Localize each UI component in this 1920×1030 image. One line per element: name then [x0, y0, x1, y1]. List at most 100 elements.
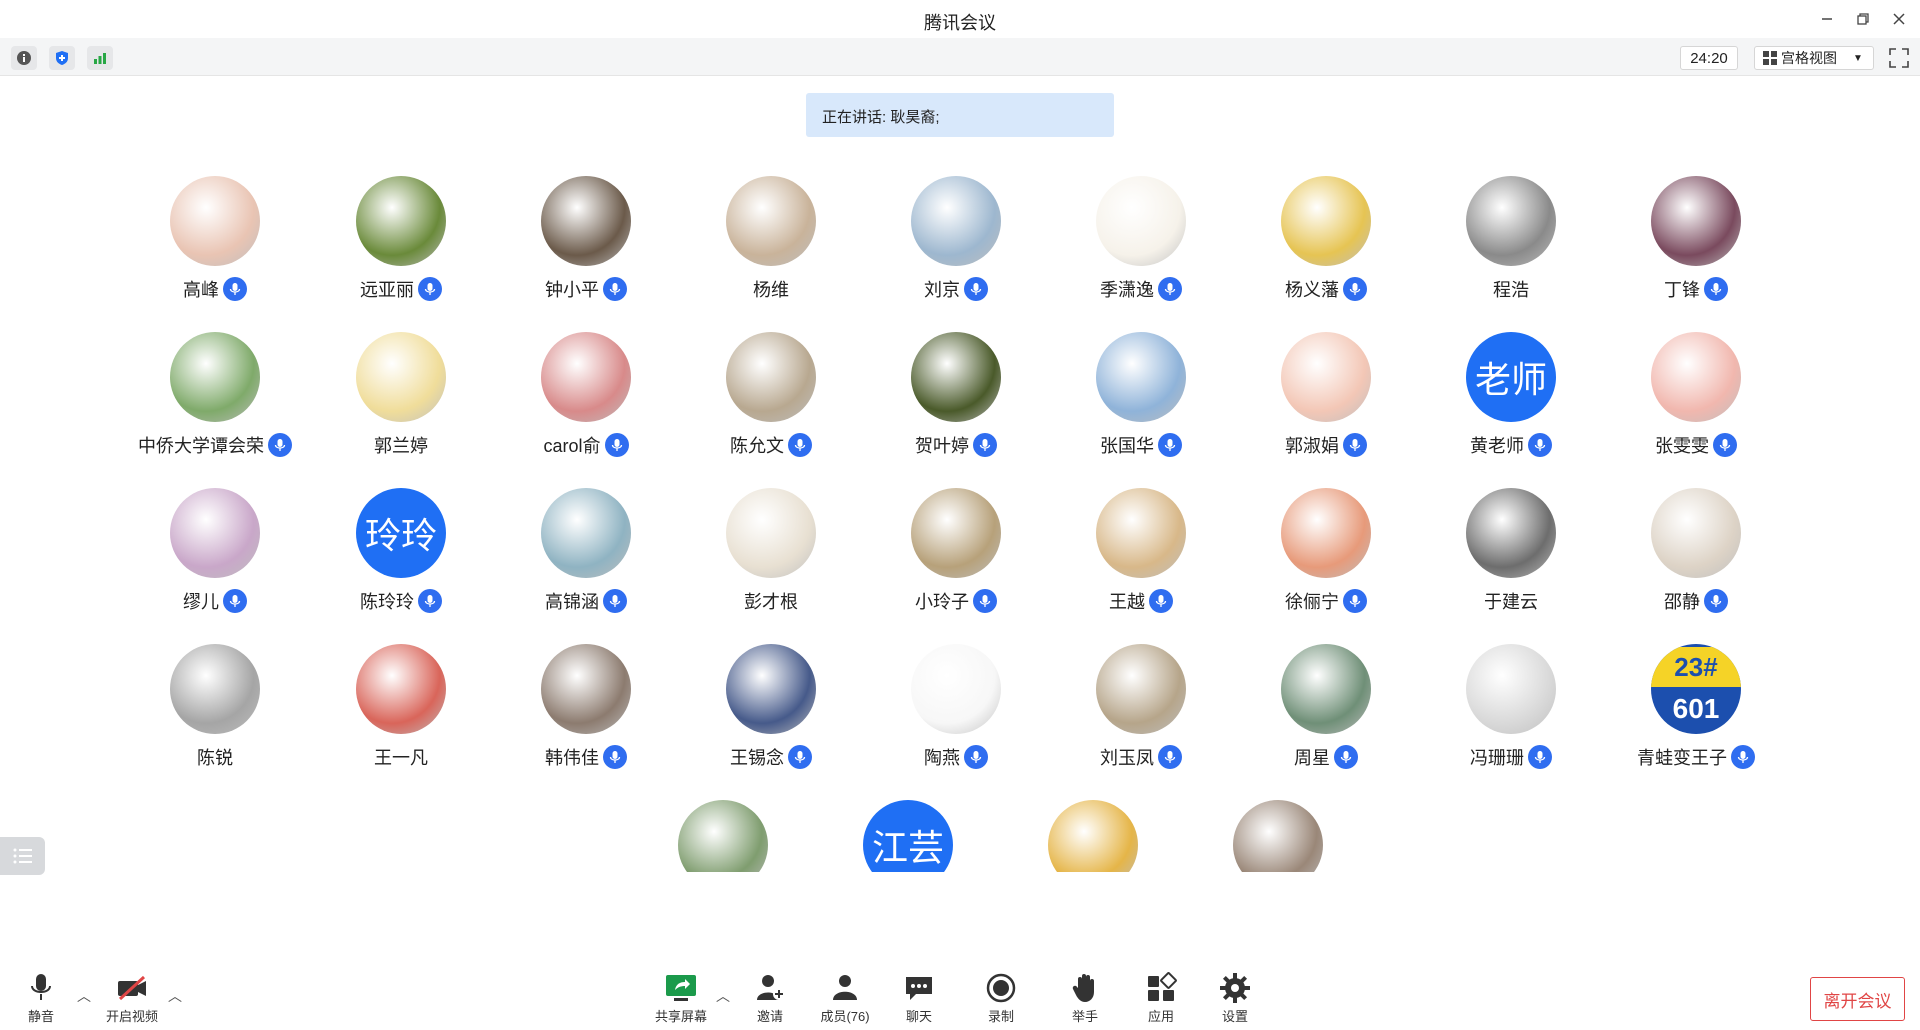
participant-list-toggle[interactable] — [0, 837, 45, 875]
participant-tile[interactable]: 玲玲 陈玲玲 — [309, 482, 493, 632]
participant-tile[interactable]: 缪儿 — [123, 482, 307, 632]
participant-tile[interactable]: 彭才根 — [679, 482, 863, 632]
microphone-icon — [1704, 277, 1728, 301]
start-video-button[interactable]: 开启视频 — [97, 972, 167, 1025]
participant-tile[interactable]: 陈锐 — [123, 638, 307, 788]
invite-button[interactable]: 邀请 — [735, 972, 805, 1025]
apps-button[interactable]: 应用 — [1126, 972, 1196, 1025]
participant-tile[interactable]: 高锦涵 — [494, 482, 678, 632]
participant-name: 杨义藩 — [1285, 280, 1339, 300]
participant-name: 韩伟佳 — [545, 748, 599, 768]
participant-name: 远亚丽 — [360, 280, 414, 300]
microphone-icon — [973, 433, 997, 457]
record-button[interactable]: 录制 — [966, 972, 1036, 1025]
members-button[interactable]: 成员(76) — [810, 972, 880, 1025]
participant-tile[interactable]: 张国华 — [1049, 326, 1233, 476]
participant-name-row: 郭兰婷 — [309, 432, 493, 458]
share-options-caret-icon[interactable]: ︿ — [716, 986, 730, 1006]
signal-icon[interactable] — [87, 46, 113, 70]
participant-tile[interactable]: 陶燕 — [864, 638, 1048, 788]
participant-tile[interactable]: 王锡念 — [679, 638, 863, 788]
participant-tile[interactable]: 程浩 — [1419, 170, 1603, 320]
microphone-icon — [964, 745, 988, 769]
participant-name: 张国华 — [1100, 436, 1154, 456]
audio-options-caret-icon[interactable]: ︿ — [77, 986, 91, 1006]
participant-tile[interactable]: 张雯雯 — [1604, 326, 1788, 476]
participant-tile[interactable]: 周星 — [1234, 638, 1418, 788]
participant-tile[interactable]: 于建云 — [1419, 482, 1603, 632]
video-options-caret-icon[interactable]: ︿ — [168, 986, 182, 1006]
members-icon — [833, 975, 857, 1000]
participant-name-row: 周星 — [1234, 744, 1418, 770]
participant-tile[interactable]: 杨义藩 — [1234, 170, 1418, 320]
participant-tile[interactable]: 贺叶婷 — [864, 326, 1048, 476]
security-shield-icon[interactable] — [49, 46, 75, 70]
participant-tile[interactable]: 丁锋 — [1604, 170, 1788, 320]
participant-tile[interactable]: 韩伟佳 — [494, 638, 678, 788]
view-mode-dropdown[interactable]: 宫格视图 ▼ — [1754, 46, 1874, 70]
chat-button[interactable]: 聊天 — [884, 972, 954, 1025]
avatar: 23# 601 — [1651, 644, 1741, 734]
microphone-icon — [1528, 433, 1552, 457]
settings-button[interactable]: 设置 — [1200, 972, 1270, 1025]
members-label: 成员(76) — [820, 1009, 870, 1024]
participant-tile[interactable]: 陈允文 — [679, 326, 863, 476]
participant-name: 邵静 — [1664, 592, 1700, 612]
participant-grid: 高峰 远亚丽 钟小平 杨维 刘京 季潇逸 杨义藩 程浩 丁锋中侨大学谭会荣 郭兰婷 carol俞 陈允… — [0, 170, 1920, 872]
participant-name: 高峰 — [183, 280, 219, 300]
participant-tile[interactable]: 江芸 — [816, 794, 1000, 872]
participant-tile[interactable]: 中侨大学谭会荣 — [123, 326, 307, 476]
fullscreen-icon[interactable] — [1888, 47, 1910, 69]
participant-tile[interactable]: 徐俪宁 — [1234, 482, 1418, 632]
minimize-icon[interactable] — [1814, 6, 1840, 32]
participant-name-row: 钟小平 — [494, 276, 678, 302]
participant-tile[interactable]: 钟小平 — [494, 170, 678, 320]
participant-tile[interactable]: 郭淑娟 — [1234, 326, 1418, 476]
participant-tile[interactable] — [631, 794, 815, 872]
raise-hand-button[interactable]: 举手 — [1050, 972, 1120, 1025]
participant-tile[interactable]: 杨维 — [679, 170, 863, 320]
microphone-icon — [603, 277, 627, 301]
participant-tile[interactable]: 高峰 — [123, 170, 307, 320]
participant-tile[interactable]: carol俞 — [494, 326, 678, 476]
leave-meeting-button[interactable]: 离开会议 — [1810, 977, 1905, 1021]
microphone-icon — [1343, 277, 1367, 301]
mute-button[interactable]: 静音 — [6, 972, 76, 1025]
avatar — [1281, 176, 1371, 266]
participant-tile[interactable]: 远亚丽 — [309, 170, 493, 320]
microphone-icon — [223, 277, 247, 301]
avatar — [1466, 488, 1556, 578]
participant-tile[interactable]: 小玲子 — [864, 482, 1048, 632]
microphone-icon — [1713, 433, 1737, 457]
participant-name-row: 青蛙变王子 — [1604, 744, 1788, 770]
participant-tile[interactable]: 王一凡 — [309, 638, 493, 788]
participant-tile[interactable]: 刘玉凤 — [1049, 638, 1233, 788]
participant-name-row: 冯珊珊 — [1419, 744, 1603, 770]
info-icon[interactable] — [11, 46, 37, 70]
participant-tile[interactable] — [1001, 794, 1185, 872]
share-screen-button[interactable]: 共享屏幕 — [646, 972, 716, 1025]
participant-tile[interactable]: 王越 — [1049, 482, 1233, 632]
close-icon[interactable] — [1886, 6, 1912, 32]
avatar — [356, 176, 446, 266]
raise-hand-label: 举手 — [1071, 1009, 1098, 1024]
participant-tile[interactable]: 老师 黄老师 — [1419, 326, 1603, 476]
start-video-label: 开启视频 — [105, 1009, 158, 1024]
participant-tile[interactable]: 郭兰婷 — [309, 326, 493, 476]
participant-name-row: 彭才根 — [679, 588, 863, 614]
restore-icon[interactable] — [1850, 6, 1876, 32]
participant-tile[interactable] — [1186, 794, 1370, 872]
participant-tile[interactable]: 季潇逸 — [1049, 170, 1233, 320]
participant-tile[interactable]: 23# 601 青蛙变王子 — [1604, 638, 1788, 788]
participant-tile[interactable]: 邵静 — [1604, 482, 1788, 632]
avatar — [170, 488, 260, 578]
participant-name-row: 高峰 — [123, 276, 307, 302]
share-screen-label: 共享屏幕 — [654, 1009, 707, 1024]
participant-name: 丁锋 — [1664, 280, 1700, 300]
participant-tile[interactable]: 冯珊珊 — [1419, 638, 1603, 788]
add-person-icon — [757, 975, 785, 1000]
participant-name-row: 陈允文 — [679, 432, 863, 458]
participant-tile[interactable]: 刘京 — [864, 170, 1048, 320]
list-icon — [13, 848, 32, 864]
participant-name: 程浩 — [1493, 280, 1529, 300]
